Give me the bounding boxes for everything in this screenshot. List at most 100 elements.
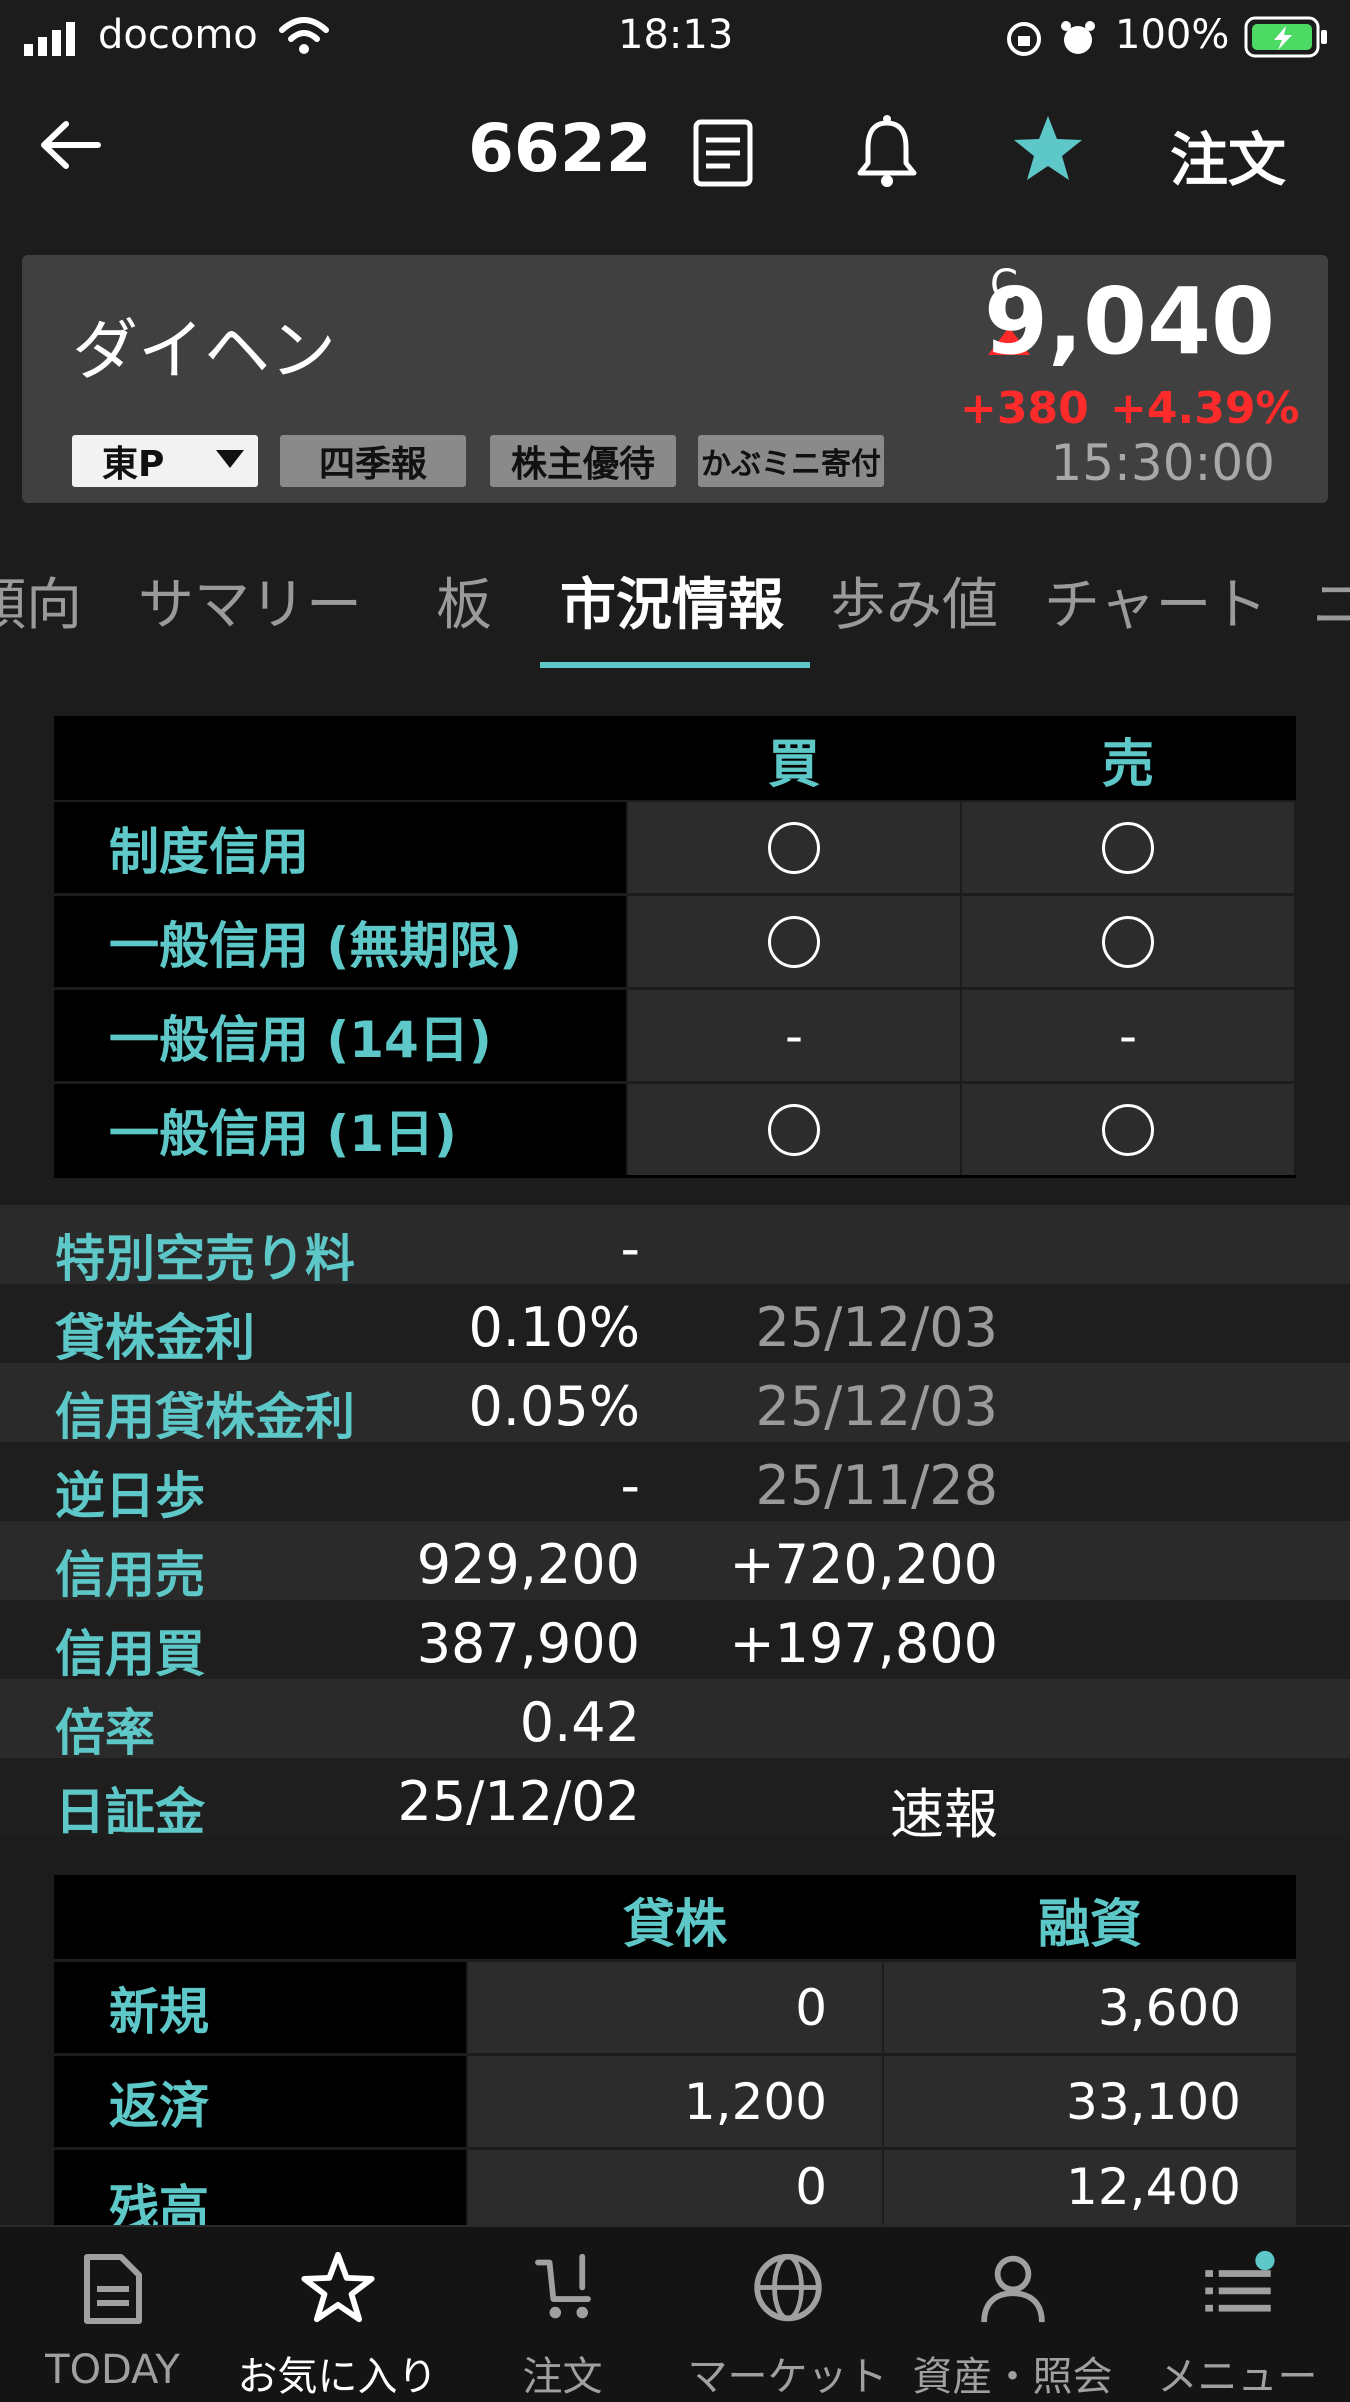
margin-cell-sell	[962, 1084, 1294, 1175]
margin-cell-buy	[628, 896, 960, 987]
tag-kabumini[interactable]: かぶミニ寄付	[698, 435, 884, 487]
tab-market-info[interactable]: 市況情報	[560, 560, 784, 641]
current-price: 9,040	[983, 268, 1275, 375]
margin-cell-sell	[962, 802, 1294, 893]
info-value: 929,200	[416, 1533, 640, 1596]
bottom-nav: TODAY お気に入り 注文 マーケット 資産・照会 メニュー	[0, 2225, 1350, 2402]
margin-cell-sell	[962, 896, 1294, 987]
info-label: 特別空売り料	[55, 1230, 355, 1288]
info-value: 0.42	[519, 1691, 640, 1754]
tab-news[interactable]: ニ	[1312, 560, 1350, 641]
nav-favorites[interactable]: お気に入り	[225, 2227, 450, 2402]
active-tab-indicator	[540, 662, 810, 668]
financing-cell: 33,100	[884, 2056, 1296, 2147]
info-row: 信用買 387,900 +197,800	[0, 1600, 1350, 1683]
nav-favorites-label: お気に入り	[237, 2354, 438, 2400]
nav-market[interactable]: マーケット	[675, 2227, 900, 2402]
available-circle-icon	[1102, 915, 1154, 968]
tab-trend[interactable]: 傾向	[0, 560, 82, 641]
available-circle-icon	[768, 915, 820, 968]
available-circle-icon	[768, 821, 820, 874]
nav-assets-label: 資産・照会	[912, 2354, 1113, 2400]
report-icon	[693, 119, 753, 187]
price-time: 15:30:00	[1050, 434, 1275, 492]
tab-board[interactable]: 板	[436, 560, 492, 641]
cart-icon	[534, 2253, 591, 2319]
margin-row-label: 一般信用 (14日)	[54, 990, 626, 1081]
nav-order[interactable]: 注文	[450, 2227, 675, 2402]
globe-icon	[753, 2253, 822, 2322]
margin-cell-sell: -	[962, 990, 1294, 1081]
info-value: -	[620, 1454, 641, 1517]
info-value: 0.10%	[468, 1296, 640, 1359]
signal-icon	[24, 22, 84, 60]
info-date: 25/11/28	[755, 1454, 998, 1517]
star-filled-icon	[1014, 116, 1082, 180]
info-row: 日証金 25/12/02 速報	[0, 1758, 1350, 1846]
favorite-button[interactable]	[1012, 112, 1084, 188]
order-button[interactable]: 注文	[1170, 113, 1286, 197]
alarm-icon	[1058, 18, 1098, 62]
info-value: -	[620, 1217, 641, 1280]
battery-icon	[1244, 16, 1330, 62]
alert-button[interactable]	[852, 113, 922, 193]
info-label: 信用買	[55, 1625, 205, 1683]
dropdown-caret-icon	[216, 450, 244, 468]
clock-time: 18:13	[618, 12, 734, 58]
lending-row-label: 新規	[54, 1962, 466, 2053]
tab-summary[interactable]: サマリー	[138, 560, 362, 641]
tab-ticks[interactable]: 歩み値	[830, 560, 998, 641]
info-row: 信用売 929,200 +720,200	[0, 1521, 1350, 1604]
carrier-label: docomo	[98, 12, 258, 58]
nav-menu-label: メニュー	[1157, 2354, 1318, 2400]
nav-today-label: TODAY	[45, 2347, 180, 2393]
rotation-lock-icon	[1005, 20, 1043, 62]
nav-today[interactable]: TODAY	[0, 2227, 225, 2402]
stock-name: ダイヘン	[72, 312, 336, 389]
lending-row-label: 返済	[54, 2056, 466, 2147]
table-border	[54, 1175, 1296, 1178]
back-arrow-icon	[41, 121, 101, 169]
info-diff: +197,800	[729, 1612, 998, 1675]
nav-menu[interactable]: メニュー	[1125, 2227, 1350, 2402]
battery-percent: 100%	[1115, 12, 1230, 58]
nav-order-label: 注文	[522, 2354, 603, 2400]
info-label: 貸株金利	[55, 1309, 255, 1367]
bell-icon	[857, 115, 917, 187]
margin-cell-buy	[628, 802, 960, 893]
info-value: 0.05%	[468, 1375, 640, 1438]
financing-cell: 3,600	[884, 1962, 1296, 2053]
info-diff: +720,200	[729, 1533, 998, 1596]
nav-market-label: マーケット	[687, 2354, 888, 2400]
info-value: 25/12/02	[397, 1770, 640, 1833]
info-label: 倍率	[55, 1704, 155, 1762]
info-row: 逆日歩 - 25/11/28	[0, 1442, 1350, 1525]
price-change-pct: +4.39%	[1110, 383, 1300, 434]
lending-cell: 0	[468, 1962, 882, 2053]
tab-chart[interactable]: チャート	[1044, 560, 1267, 641]
info-flash: 速報	[890, 1783, 998, 1846]
nav-assets[interactable]: 資産・照会	[900, 2227, 1125, 2402]
tag-yutai[interactable]: 株主優待	[490, 435, 676, 487]
report-button[interactable]	[690, 118, 756, 192]
stock-code: 6622	[468, 110, 652, 187]
margin-row-label: 一般信用 (1日)	[54, 1084, 626, 1175]
info-row: 倍率 0.42	[0, 1679, 1350, 1762]
market-select[interactable]: 東P	[72, 435, 258, 487]
market-label: 東P	[102, 444, 165, 485]
back-button[interactable]	[36, 110, 106, 184]
tag-shikiho[interactable]: 四季報	[280, 435, 466, 487]
top-nav	[0, 75, 1350, 230]
available-circle-icon	[1102, 821, 1154, 874]
price-change: +380	[960, 383, 1089, 434]
info-label: 逆日歩	[55, 1467, 205, 1525]
available-circle-icon	[768, 1103, 820, 1156]
info-row: 貸株金利 0.10% 25/12/03	[0, 1284, 1350, 1367]
header-sell: 売	[1101, 735, 1154, 795]
info-value: 387,900	[416, 1612, 640, 1675]
info-row: 特別空売り料 -	[0, 1205, 1350, 1288]
header-buy: 買	[767, 735, 820, 795]
margin-cell-buy: -	[628, 990, 960, 1081]
margin-row-label: 制度信用	[54, 802, 626, 893]
info-label: 日証金	[55, 1783, 205, 1841]
